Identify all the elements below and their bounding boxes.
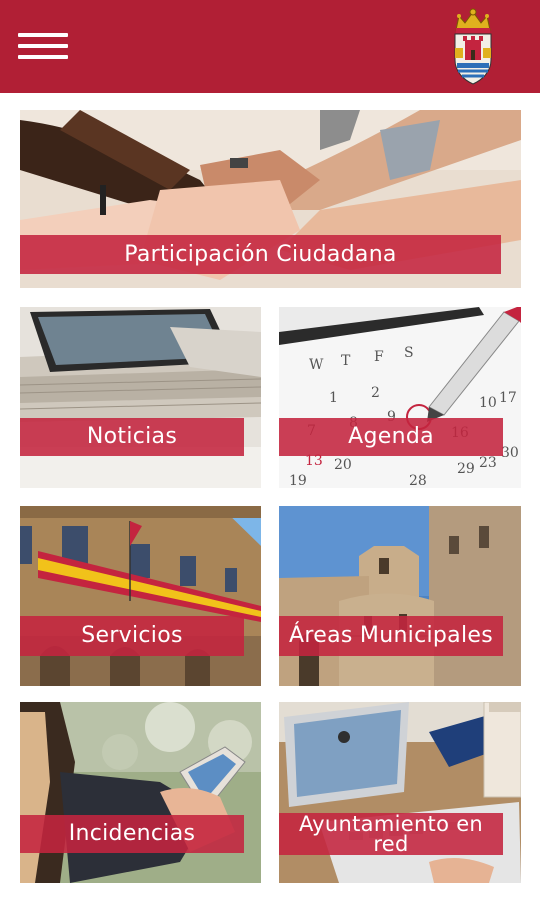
calendar-pen-image: WTFS 12 78910 131617 2330 2029 1928 [279,307,521,488]
tile-label: Incidencias [20,815,244,853]
tile-label: Agenda [279,418,503,456]
menu-line [18,55,68,59]
hamburger-menu-icon[interactable] [18,33,70,61]
svg-text:28: 28 [409,473,427,488]
tile-areas-municipales[interactable]: Áreas Municipales [279,506,521,686]
svg-text:29: 29 [457,461,475,477]
svg-text:30: 30 [501,445,519,461]
tile-label: Participación Ciudadana [20,235,501,274]
tile-agenda[interactable]: WTFS 12 78910 131617 2330 2029 1928 Agen… [279,307,521,488]
svg-text:20: 20 [334,457,352,473]
svg-text:W: W [309,357,324,373]
menu-line [18,33,68,37]
church-image [279,506,521,686]
svg-text:S: S [404,345,414,361]
tablet-newspapers-image [20,307,261,488]
tile-label: Áreas Municipales [279,616,503,656]
tile-noticias[interactable]: Noticias [20,307,261,488]
phone-hand-image [20,702,261,883]
svg-text:1: 1 [329,390,338,406]
tile-participacion-ciudadana[interactable]: Participación Ciudadana [20,110,521,288]
tile-servicios[interactable]: Servicios [20,506,261,686]
svg-text:T: T [341,353,351,369]
svg-text:2: 2 [371,385,380,401]
tile-incidencias[interactable]: Incidencias [20,702,261,883]
tile-label: Servicios [20,616,244,656]
top-app-bar [0,0,540,93]
svg-text:19: 19 [289,473,307,488]
tile-label: Ayuntamiento en red [279,813,503,855]
svg-text:17: 17 [499,390,517,406]
svg-text:F: F [374,349,384,365]
tile-ayuntamiento-en-red[interactable]: Ayuntamiento en red [279,702,521,883]
menu-line [18,44,68,48]
municipal-coat-of-arms-icon [454,8,492,85]
town-hall-image [20,506,261,686]
svg-text:23: 23 [479,455,497,471]
tile-label: Noticias [20,418,244,456]
svg-text:10: 10 [479,395,497,411]
